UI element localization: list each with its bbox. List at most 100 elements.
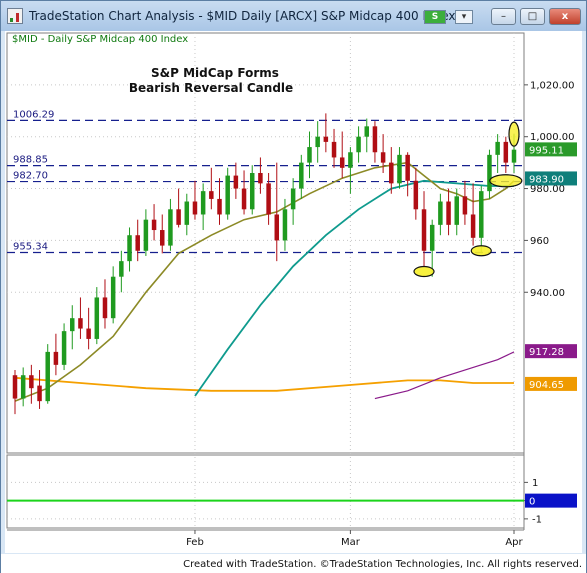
candle-body[interactable] <box>323 136 329 142</box>
annotation-line-2: Bearish Reversal Candle <box>129 81 293 95</box>
candle-body[interactable] <box>446 201 451 225</box>
candle-body[interactable] <box>29 375 34 389</box>
y-tick-label: 940.00 <box>530 288 565 299</box>
candle-body[interactable] <box>479 191 484 238</box>
candle-body[interactable] <box>53 351 59 365</box>
candle-body[interactable] <box>209 191 214 199</box>
highlight-april-low <box>413 265 435 278</box>
candle-body[interactable] <box>225 175 230 215</box>
candle-body[interactable] <box>200 191 206 215</box>
y-tick-label: 1,020.00 <box>530 80 575 91</box>
candle-body[interactable] <box>413 180 419 210</box>
candle-body[interactable] <box>184 201 190 225</box>
candle-body[interactable] <box>397 154 402 184</box>
candle-body[interactable] <box>470 214 476 238</box>
maximize-button[interactable]: □ <box>520 8 545 25</box>
level-label: 988.85 <box>13 155 48 166</box>
highlight-reversal-candle <box>508 121 520 147</box>
last-value-label: 904.65 <box>529 380 564 391</box>
highlight-second-low <box>470 245 492 257</box>
candle-body[interactable] <box>94 297 100 339</box>
highlight-ma-support <box>489 174 523 188</box>
candle-body[interactable] <box>12 375 18 399</box>
close-button[interactable]: x <box>549 8 581 25</box>
last-value-label: 917.28 <box>529 347 564 358</box>
candle-body[interactable] <box>282 209 288 241</box>
candle-body[interactable] <box>299 162 304 189</box>
candle-body[interactable] <box>364 126 370 137</box>
title-bar[interactable]: TradeStation Chart Analysis - $MID Daily… <box>1 1 586 31</box>
indicator-value-label: 0 <box>529 497 535 508</box>
candle-body[interactable] <box>421 209 427 251</box>
candle-body[interactable] <box>339 157 345 168</box>
candle-body[interactable] <box>290 188 296 210</box>
chart-area[interactable]: 940.00 960 980.00 1,000.00 1,020.00 1006.29 98… <box>5 31 582 553</box>
candle-body[interactable] <box>454 196 459 225</box>
candle-body[interactable] <box>143 219 149 251</box>
level-label: 1006.29 <box>13 109 54 120</box>
candle-body[interactable] <box>110 276 116 319</box>
indicator-tick-label: -1 <box>532 514 542 525</box>
symbol-link-button[interactable]: S <box>424 10 446 24</box>
x-tick-label: Mar <box>341 537 361 548</box>
chart-window: TradeStation Chart Analysis - $MID Daily… <box>0 0 587 573</box>
symbol-label: $MID - Daily S&P Midcap 400 Index <box>12 34 188 45</box>
candle-body[interactable] <box>86 328 91 339</box>
candle-body[interactable] <box>127 235 132 262</box>
y-tick-label: 960 <box>530 236 549 247</box>
candle-body[interactable] <box>20 375 26 399</box>
candle-body[interactable] <box>438 201 443 225</box>
candle-body[interactable] <box>495 141 500 155</box>
candle-body[interactable] <box>389 162 394 184</box>
x-tick-label: Feb <box>186 537 204 548</box>
candle-body[interactable] <box>217 198 222 215</box>
candle-body[interactable] <box>429 224 435 251</box>
candle-body[interactable] <box>192 201 198 215</box>
candle-body[interactable] <box>380 152 386 163</box>
candle-body[interactable] <box>135 235 140 251</box>
candle-body[interactable] <box>249 173 255 210</box>
indicator-pane[interactable] <box>6 454 525 529</box>
candle-body[interactable] <box>348 152 353 168</box>
candle-body[interactable] <box>176 209 181 225</box>
candle-body[interactable] <box>70 318 75 332</box>
candle-body[interactable] <box>37 385 42 402</box>
candle-body[interactable] <box>233 175 239 189</box>
candle-body[interactable] <box>356 136 361 153</box>
candle-body[interactable] <box>274 214 280 241</box>
window-menu-button[interactable]: ▾ <box>455 10 473 24</box>
candle-body[interactable] <box>372 126 378 153</box>
candle-body[interactable] <box>405 154 410 181</box>
candle-body[interactable] <box>258 173 263 184</box>
annotation-line-1: S&P MidCap Forms <box>151 66 279 80</box>
candle-body[interactable] <box>61 331 67 365</box>
candle-body[interactable] <box>159 230 165 246</box>
candle-body[interactable] <box>241 188 247 210</box>
candle-body[interactable] <box>331 141 337 158</box>
y-tick-label: 1,000.00 <box>530 132 575 143</box>
candle-body[interactable] <box>487 154 492 192</box>
candle-body[interactable] <box>102 297 108 319</box>
candle-body[interactable] <box>151 219 157 231</box>
footer: Created with TradeStation. ©TradeStation… <box>1 554 586 573</box>
window-title: TradeStation Chart Analysis - $MID Daily… <box>29 9 456 23</box>
x-tick-label: Apr <box>505 537 523 548</box>
price-chart[interactable]: 940.00 960 980.00 1,000.00 1,020.00 1006.29 98… <box>5 31 582 553</box>
candle-body[interactable] <box>266 183 271 215</box>
copyright-text: Created with TradeStation. ©TradeStation… <box>183 559 582 570</box>
candle-body[interactable] <box>119 261 124 277</box>
last-value-label: 995.11 <box>529 145 564 156</box>
candle-body[interactable] <box>315 136 320 148</box>
candle-body[interactable] <box>511 149 517 163</box>
level-label: 955.34 <box>13 241 48 252</box>
candle-body[interactable] <box>503 141 509 163</box>
candle-body[interactable] <box>307 147 312 163</box>
candle-body[interactable] <box>168 209 173 246</box>
minimize-button[interactable]: – <box>491 8 516 25</box>
candle-body[interactable] <box>462 196 468 215</box>
tradestation-app-icon <box>7 8 23 24</box>
y-tick-label: 980.00 <box>530 184 565 195</box>
candle-body[interactable] <box>45 351 50 402</box>
candle-body[interactable] <box>78 318 83 329</box>
level-label: 982.70 <box>13 171 48 182</box>
